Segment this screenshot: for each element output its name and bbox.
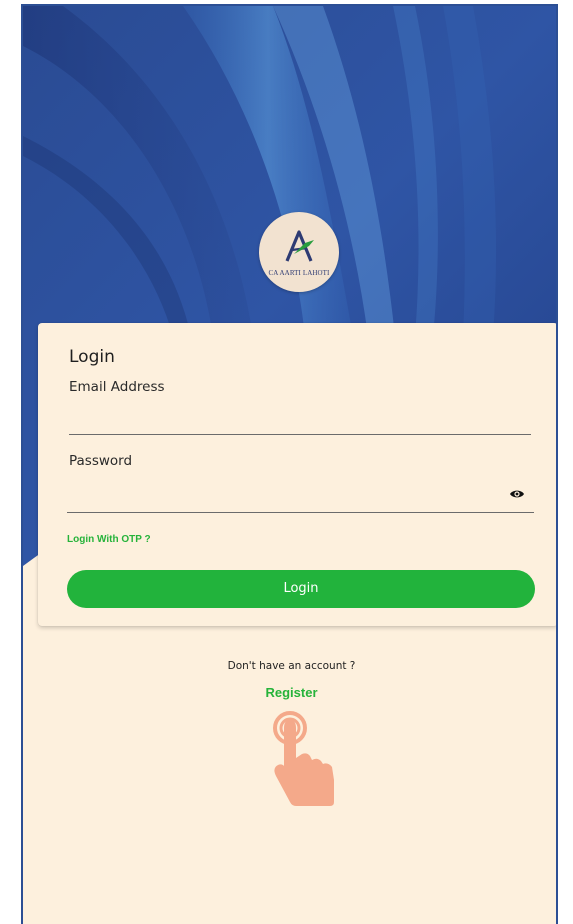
letter-a-logo-icon bbox=[285, 230, 314, 262]
login-title: Login bbox=[69, 347, 115, 367]
password-underline bbox=[67, 512, 534, 513]
tapping-hand-icon bbox=[266, 706, 342, 811]
password-input[interactable] bbox=[69, 481, 509, 507]
eye-icon[interactable] bbox=[509, 487, 525, 499]
login-card: Login Email Address Password Login With … bbox=[38, 323, 556, 626]
email-label: Email Address bbox=[69, 379, 165, 395]
password-label: Password bbox=[69, 453, 133, 469]
logo-text: CA AARTI LAHOTI bbox=[268, 269, 330, 277]
brand-logo: CA AARTI LAHOTI bbox=[259, 212, 339, 292]
login-with-otp-link[interactable]: Login With OTP ? bbox=[67, 534, 151, 545]
email-input[interactable] bbox=[69, 405, 531, 431]
login-button[interactable]: Login bbox=[67, 570, 535, 608]
app-screen: CA AARTI LAHOTI Login Email Address Pass… bbox=[21, 4, 558, 924]
register-link[interactable]: Register bbox=[23, 685, 556, 700]
email-underline bbox=[69, 434, 531, 435]
no-account-text: Don't have an account ? bbox=[227, 660, 356, 672]
